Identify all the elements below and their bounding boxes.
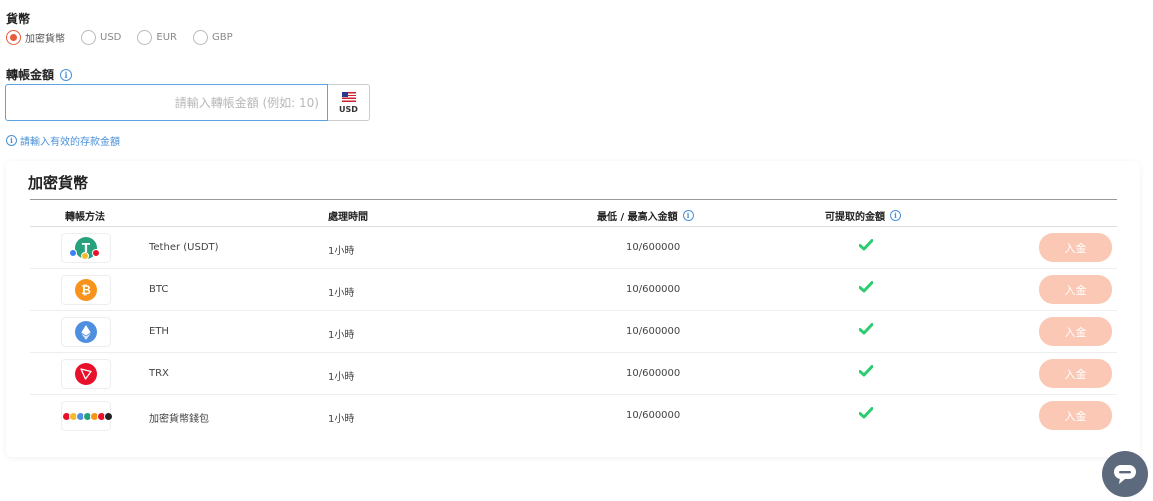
check-icon xyxy=(859,323,873,335)
check-icon xyxy=(859,407,873,419)
table-row: ₿ BTC 1小時 10/600000 入金 xyxy=(30,269,1117,311)
deposit-button[interactable]: 入金 xyxy=(1039,401,1112,430)
deposit-button[interactable]: 入金 xyxy=(1039,233,1112,262)
radio-unchecked-icon xyxy=(81,30,96,45)
radio-label: USD xyxy=(100,32,122,43)
min-max-range: 10/600000 xyxy=(626,368,681,379)
method-name: ETH xyxy=(149,326,169,337)
info-icon[interactable]: i xyxy=(60,68,73,81)
table-row: ETH 1小時 10/600000 入金 xyxy=(30,311,1117,353)
processing-time: 1小時 xyxy=(328,246,355,257)
usdt-icon: T xyxy=(61,233,111,263)
info-icon[interactable]: i xyxy=(682,210,694,221)
amount-hint: i 請輸入有效的存款金額 xyxy=(6,133,120,148)
currency-label: 貨幣 xyxy=(6,12,31,26)
deposit-button[interactable]: 入金 xyxy=(1039,275,1112,304)
check-icon xyxy=(859,239,873,251)
table-row: T Tether (USDT) 1小時 10/600000 入金 xyxy=(30,227,1117,269)
currency-badge-label: USD xyxy=(339,104,358,114)
processing-time: 1小時 xyxy=(328,372,355,383)
btc-icon: ₿ xyxy=(61,275,111,305)
min-max-range: 10/600000 xyxy=(626,284,681,295)
min-max-range: 10/600000 xyxy=(626,242,681,253)
amount-label-row: 轉帳金額 i xyxy=(6,66,73,83)
radio-crypto[interactable]: 加密貨幣 xyxy=(6,30,65,45)
radio-unchecked-icon xyxy=(192,30,208,45)
column-header-min-max-label: 最低 / 最高入金額 xyxy=(597,212,678,223)
processing-time: 1小時 xyxy=(328,414,355,425)
column-header-withdrawable-label: 可提取的金額 xyxy=(825,212,885,223)
amount-field-group: USD xyxy=(5,84,370,121)
table-row: TRX 1小時 10/600000 入金 xyxy=(30,353,1117,395)
deposit-button[interactable]: 入金 xyxy=(1039,317,1112,346)
table-row: 加密貨幣錢包 1小時 10/600000 入金 xyxy=(30,395,1117,437)
radio-unchecked-icon xyxy=(137,30,153,45)
methods-table: 轉帳方法 處理時間 最低 / 最高入金額 i 可提取的金額 i T Tether… xyxy=(30,199,1117,437)
amount-input[interactable] xyxy=(5,84,328,121)
check-icon xyxy=(859,281,873,293)
column-header-min-max: 最低 / 最高入金額 i xyxy=(597,208,694,223)
chat-button[interactable] xyxy=(1102,451,1148,497)
radio-gbp[interactable]: GBP xyxy=(192,30,233,45)
check-icon xyxy=(859,365,873,377)
method-name: TRX xyxy=(149,368,169,379)
currency-radio-group: 加密貨幣 USD EUR GBP xyxy=(6,30,249,45)
radio-label: EUR xyxy=(156,32,177,43)
column-header-withdrawable: 可提取的金額 i xyxy=(825,208,901,223)
radio-checked-icon xyxy=(6,30,21,45)
method-name: Tether (USDT) xyxy=(149,242,219,253)
table-header: 轉帳方法 處理時間 最低 / 最高入金額 i 可提取的金額 i xyxy=(30,199,1117,227)
deposit-button[interactable]: 入金 xyxy=(1039,359,1112,388)
processing-time: 1小時 xyxy=(328,288,355,299)
radio-eur[interactable]: EUR xyxy=(137,30,177,45)
amount-label: 轉帳金額 xyxy=(6,68,55,82)
crypto-methods-card: 加密貨幣 轉帳方法 處理時間 最低 / 最高入金額 i 可提取的金額 i T T… xyxy=(6,161,1140,457)
eth-icon xyxy=(61,317,111,347)
method-name: 加密貨幣錢包 xyxy=(149,414,209,425)
processing-time: 1小時 xyxy=(328,330,355,341)
section-title: 加密貨幣 xyxy=(28,174,89,192)
radio-usd[interactable]: USD xyxy=(81,30,121,45)
min-max-range: 10/600000 xyxy=(626,326,681,337)
crypto-wallet-icon xyxy=(61,401,113,431)
radio-label: 加密貨幣 xyxy=(25,34,65,45)
info-icon: i xyxy=(6,135,17,146)
radio-label: GBP xyxy=(211,32,233,43)
us-flag-icon xyxy=(341,91,356,102)
info-icon[interactable]: i xyxy=(890,210,901,221)
chat-bubble-icon xyxy=(1114,465,1136,484)
trx-icon xyxy=(61,359,111,389)
column-header-method: 轉帳方法 xyxy=(65,212,105,223)
method-name: BTC xyxy=(149,284,169,295)
column-header-processing-time: 處理時間 xyxy=(328,212,368,223)
min-max-range: 10/600000 xyxy=(626,410,681,421)
currency-badge: USD xyxy=(328,84,370,121)
amount-hint-text: 請輸入有效的存款金額 xyxy=(20,137,120,148)
